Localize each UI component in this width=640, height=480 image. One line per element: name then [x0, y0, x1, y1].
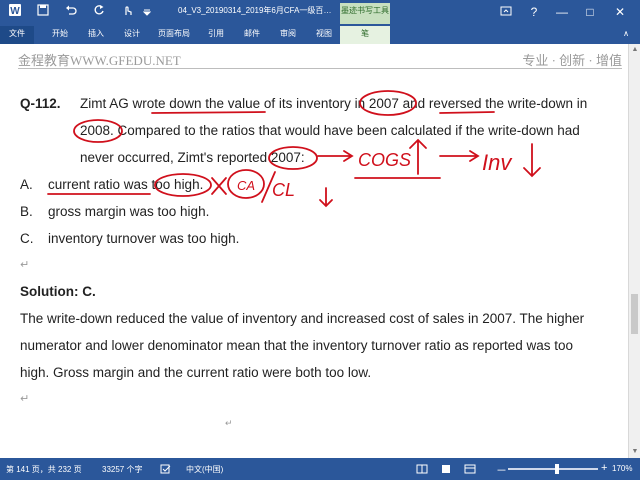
ink-down-arrow	[523, 143, 541, 178]
tab-references[interactable]: 引用	[202, 26, 230, 44]
document-page[interactable]: 金程教育WWW.GFEDU.NET 专业 · 创新 · 增值 Q-112. Zi…	[0, 44, 628, 458]
close-button[interactable]: ✕	[610, 2, 630, 22]
minimize-button[interactable]: —	[552, 2, 572, 22]
ink-circle-ca	[227, 169, 265, 199]
question-number: Q-112.	[20, 96, 61, 111]
question-line-1: Zimt AG wrote down the value of its inve…	[80, 96, 588, 111]
collapse-ribbon-button[interactable]: ∧	[616, 26, 636, 44]
tab-insert[interactable]: 插入	[82, 26, 110, 44]
solution-line-3: high. Gross margin and the current ratio…	[20, 365, 372, 380]
ink-x-mark	[211, 177, 227, 195]
language-indicator[interactable]: 中文(中国)	[186, 464, 223, 475]
ink-underline-wrote-down	[151, 111, 266, 114]
undo-icon[interactable]	[62, 3, 80, 21]
ink-cogs-label: COGS	[358, 150, 411, 170]
restore-button[interactable]: □	[580, 2, 600, 22]
ink-down-arrow-cl	[319, 187, 333, 208]
tab-design[interactable]: 设计	[118, 26, 146, 44]
zoom-level[interactable]: 170%	[612, 464, 632, 473]
tab-view[interactable]: 视图	[310, 26, 338, 44]
scroll-up-icon[interactable]: ▲	[629, 44, 640, 56]
option-b-text: gross margin was too high.	[48, 204, 210, 219]
paragraph-mark-2: ↵	[20, 393, 30, 405]
zoom-slider[interactable]	[508, 468, 598, 470]
header-divider	[18, 68, 622, 69]
ribbon-tabs: 文件 开始 插入 设计 页面布局 引用 邮件 审阅 视图 笔 ∧	[0, 24, 640, 44]
tab-mailings[interactable]: 邮件	[238, 26, 266, 44]
page-header-left: 金程教育WWW.GFEDU.NET	[18, 53, 181, 68]
solution-title: Solution: C.	[20, 284, 96, 299]
word-window: W 04_V3_20190314_2019年6月CFA一级百题预... 墨迹书写…	[0, 0, 640, 480]
print-layout-icon[interactable]	[440, 464, 452, 476]
tab-review[interactable]: 审阅	[274, 26, 302, 44]
ink-arrow-cogs	[317, 150, 354, 162]
proofing-icon[interactable]	[160, 464, 172, 476]
scroll-thumb[interactable]	[631, 294, 638, 334]
save-icon[interactable]	[34, 3, 52, 21]
help-button[interactable]: ?	[524, 2, 544, 22]
tab-home[interactable]: 开始	[46, 26, 74, 44]
ink-up-arrow	[409, 138, 427, 175]
read-mode-icon[interactable]	[416, 464, 428, 476]
solution-line-1: The write-down reduced the value of inve…	[20, 311, 585, 326]
page-counter[interactable]: 第 141 页，共 232 页	[6, 464, 82, 475]
ink-inv-label: Inv	[482, 150, 513, 175]
paragraph-mark: ↵	[20, 259, 30, 271]
ink-arrow-inv	[439, 150, 480, 162]
tab-pen[interactable]: 笔	[340, 26, 390, 44]
tab-layout[interactable]: 页面布局	[154, 26, 194, 44]
web-layout-icon[interactable]	[464, 464, 476, 476]
text-cursor-mark: ↵	[225, 418, 233, 428]
option-c-letter: C.	[20, 231, 34, 246]
ink-underline-reversed	[439, 111, 495, 114]
option-c-text: inventory turnover was too high.	[48, 231, 240, 246]
ink-cl-label: CL	[272, 180, 295, 200]
option-a-text: current ratio was too high.	[48, 177, 204, 192]
solution-line-2: numerator and lower denominator mean tha…	[20, 338, 574, 353]
option-a-letter: A.	[20, 177, 33, 192]
ink-ca-label: CA	[237, 178, 255, 193]
tab-file[interactable]: 文件	[0, 26, 34, 44]
zoom-slider-thumb[interactable]	[555, 464, 559, 474]
touch-mode-icon[interactable]	[118, 3, 136, 21]
document-title: 04_V3_20190314_2019年6月CFA一级百题预...	[178, 6, 338, 15]
dropdown-icon[interactable]	[138, 3, 156, 21]
vertical-scrollbar[interactable]: ▲ ▼	[628, 44, 640, 458]
page-header-right: 专业 · 创新 · 增值	[522, 53, 622, 68]
redo-icon[interactable]	[90, 3, 108, 21]
word-count[interactable]: 33257 个字	[102, 464, 142, 475]
ribbon-options-icon[interactable]	[496, 2, 516, 22]
zoom-out-button[interactable]: －	[496, 462, 507, 478]
zoom-in-button[interactable]: +	[601, 462, 607, 474]
svg-text:W: W	[10, 6, 20, 17]
ink-slash	[261, 171, 276, 203]
question-line-2: 2008. Compared to the ratios that would …	[80, 123, 580, 138]
status-bar: 第 141 页，共 232 页 33257 个字 中文(中国) － + 170%	[0, 458, 640, 480]
context-tab-group: 墨迹书写工具	[340, 3, 390, 24]
word-icon[interactable]: W	[6, 3, 24, 21]
scroll-down-icon[interactable]: ▼	[629, 446, 640, 458]
title-bar: W 04_V3_20190314_2019年6月CFA一级百题预... 墨迹书写…	[0, 0, 640, 24]
question-line-3: never occurred, Zimt's reported 2007:	[80, 150, 305, 165]
option-b-letter: B.	[20, 204, 33, 219]
